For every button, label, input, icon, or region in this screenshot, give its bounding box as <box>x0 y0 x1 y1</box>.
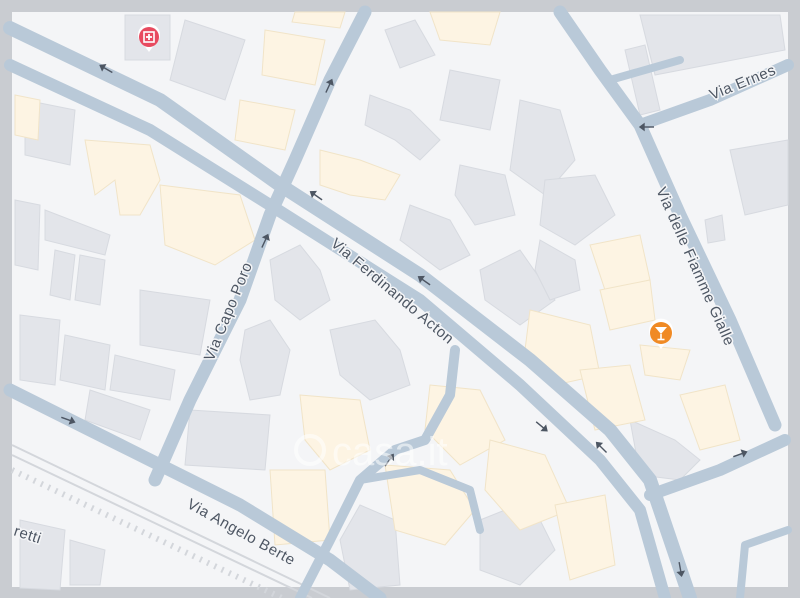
watermark-text: casa.it <box>332 430 448 474</box>
map-canvas[interactable]: Via Ferdinando Acton Via Capo Poro Via A… <box>0 0 800 598</box>
